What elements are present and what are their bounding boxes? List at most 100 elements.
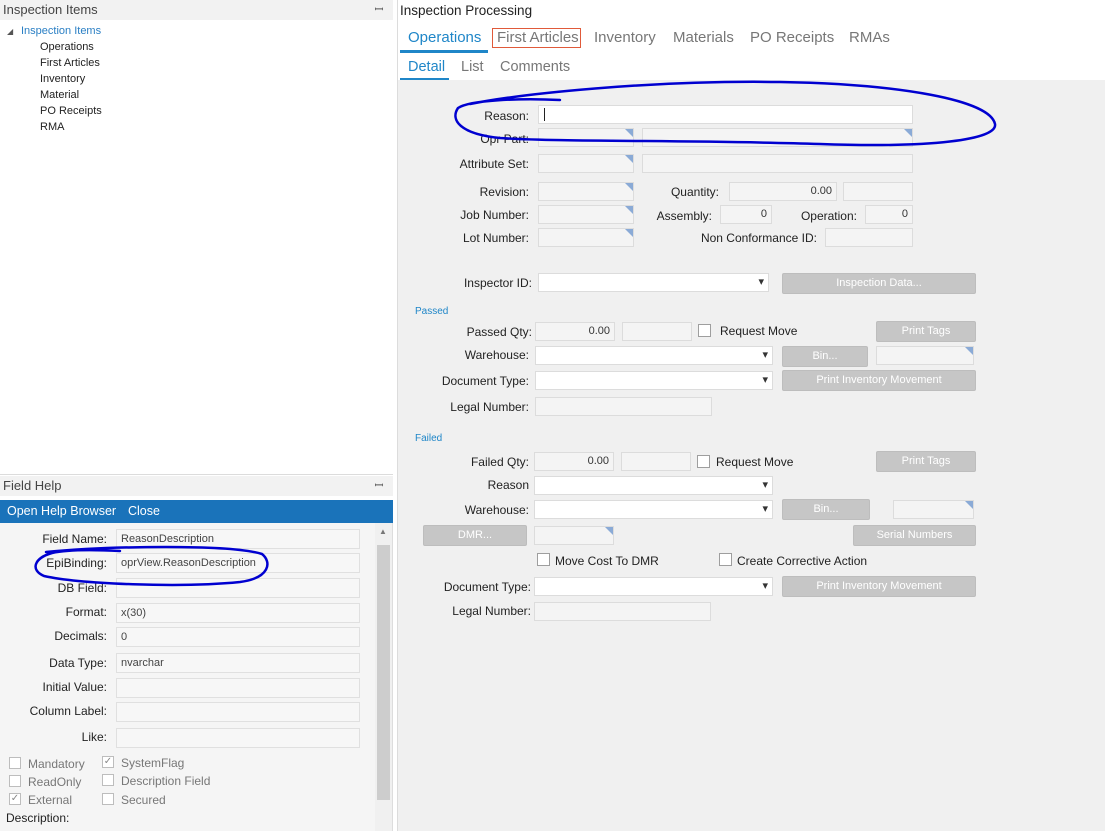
job-number-input[interactable] [538,205,634,224]
ncid-label: Non Conformance ID: [700,231,817,245]
mandatory-checkbox [9,757,21,769]
like-value [116,728,360,748]
passed-qty-input[interactable]: 0.00 [535,322,615,341]
passed-warehouse-dropdown[interactable] [535,346,773,365]
tree-item-po-receipts[interactable]: PO Receipts [40,104,102,119]
assembly-label: Assembly: [656,209,712,223]
passed-document-type-dropdown[interactable] [535,371,773,390]
panel-title-text: Inspection Items [3,2,98,17]
reason-label: Reason: [484,109,529,123]
tab-po-receipts[interactable]: PO Receipts [750,28,834,50]
passed-bin-input[interactable] [876,346,974,365]
failed-warehouse-dropdown[interactable] [534,500,773,519]
passed-print-inventory-movement-button[interactable]: Print Inventory Movement [782,370,976,391]
tab-rmas[interactable]: RMAs [849,28,890,50]
passed-bin-button[interactable]: Bin... [782,346,868,367]
failed-print-inventory-movement-button[interactable]: Print Inventory Movement [782,576,976,597]
operation-input[interactable]: 0 [865,205,913,224]
field-help-toolbar: Open Help Browser Close [0,500,393,523]
create-corrective-action-label: Create Corrective Action [737,554,868,568]
scroll-up-icon[interactable]: ▲ [379,527,387,536]
tab-operations[interactable]: Operations [408,28,481,50]
failed-document-type-label: Document Type: [443,580,531,594]
subtab-list[interactable]: List [461,58,484,78]
create-corrective-action-checkbox[interactable] [719,553,732,566]
tree-item-first-articles[interactable]: First Articles [40,56,100,71]
systemflag-label: SystemFlag [121,756,185,770]
passed-document-type-label: Document Type: [441,374,529,388]
attribute-set-label: Attribute Set: [459,157,529,171]
dmr-input[interactable] [534,526,614,545]
failed-reason-label: Reason [487,478,529,492]
move-cost-to-dmr-checkbox[interactable] [537,553,550,566]
operation-label: Operation: [800,209,857,223]
subtab-detail[interactable]: Detail [408,58,445,78]
revision-input[interactable] [538,182,634,201]
tree-root-inspection-items[interactable]: Inspection Items [21,24,101,39]
passed-group-title: Passed [415,306,449,317]
pin-icon[interactable]: ꟷ [374,480,384,492]
quantity-uom[interactable] [843,182,913,201]
like-label: Like: [81,730,107,744]
db-field-value [116,578,360,598]
serial-numbers-button[interactable]: Serial Numbers [853,525,976,546]
decimals-label: Decimals: [54,629,107,643]
quantity-input[interactable]: 0.00 [729,182,837,201]
failed-qty-label: Failed Qty: [470,455,529,469]
failed-bin-input[interactable] [893,500,974,519]
inspection-data-button[interactable]: Inspection Data... [782,273,976,294]
tree-item-inventory[interactable]: Inventory [40,72,85,87]
assembly-input[interactable]: 0 [720,205,772,224]
text-cursor [544,108,545,121]
column-label-label: Column Label: [29,704,107,718]
inspector-id-dropdown[interactable] [538,273,769,292]
passed-request-move-checkbox[interactable] [698,324,711,337]
failed-request-move-checkbox[interactable] [697,455,710,468]
secured-checkbox [102,793,114,805]
failed-qty-input[interactable]: 0.00 [534,452,614,471]
passed-request-move-label: Request Move [720,324,798,338]
subtab-comments[interactable]: Comments [500,58,570,78]
failed-legal-number-input[interactable] [534,602,711,621]
failed-document-type-dropdown[interactable] [534,577,773,596]
passed-warehouse-label: Warehouse: [464,348,529,362]
opr-part-description[interactable] [642,128,913,147]
passed-print-tags-button[interactable]: Print Tags [876,321,976,342]
column-label-value [116,702,360,722]
failed-reason-dropdown[interactable] [534,476,773,495]
passed-qty-label: Passed Qty: [466,325,532,339]
passed-legal-number-input[interactable] [535,397,712,416]
reason-input[interactable] [538,105,913,124]
attribute-set-description[interactable] [642,154,913,173]
opr-part-input[interactable] [538,128,634,147]
failed-bin-button[interactable]: Bin... [782,499,870,520]
tree-expand-icon[interactable]: ◢ [7,27,13,36]
tree-item-material[interactable]: Material [40,88,79,103]
scrollbar-thumb[interactable] [377,545,390,800]
pin-icon[interactable]: ꟷ [374,4,384,16]
ncid-input[interactable] [825,228,913,247]
inspector-id-label: Inspector ID: [463,276,532,290]
close-button[interactable]: Close [128,500,160,523]
failed-qty-uom[interactable] [621,452,691,471]
passed-qty-uom[interactable] [622,322,692,341]
tab-materials[interactable]: Materials [673,28,734,50]
lot-number-input[interactable] [538,228,634,247]
failed-legal-number-label: Legal Number: [452,604,531,618]
inspection-processing-title: Inspection Processing [400,3,533,18]
secured-label: Secured [121,793,166,807]
revision-label: Revision: [479,185,529,199]
tab-inventory[interactable]: Inventory [594,28,656,50]
systemflag-checkbox: ✓ [102,756,114,768]
failed-group-title: Failed [415,433,443,444]
readonly-checkbox [9,775,21,787]
open-help-browser-button[interactable]: Open Help Browser [7,500,116,523]
epibinding-label: EpiBinding: [46,556,107,570]
tree-item-operations[interactable]: Operations [40,40,94,55]
tree-item-rma[interactable]: RMA [40,120,64,135]
field-help-panel-title: Field Help [0,476,393,496]
attribute-set-input[interactable] [538,154,634,173]
epibinding-value: oprView.ReasonDescription [116,553,360,573]
failed-print-tags-button[interactable]: Print Tags [876,451,976,472]
dmr-button[interactable]: DMR... [423,525,527,546]
